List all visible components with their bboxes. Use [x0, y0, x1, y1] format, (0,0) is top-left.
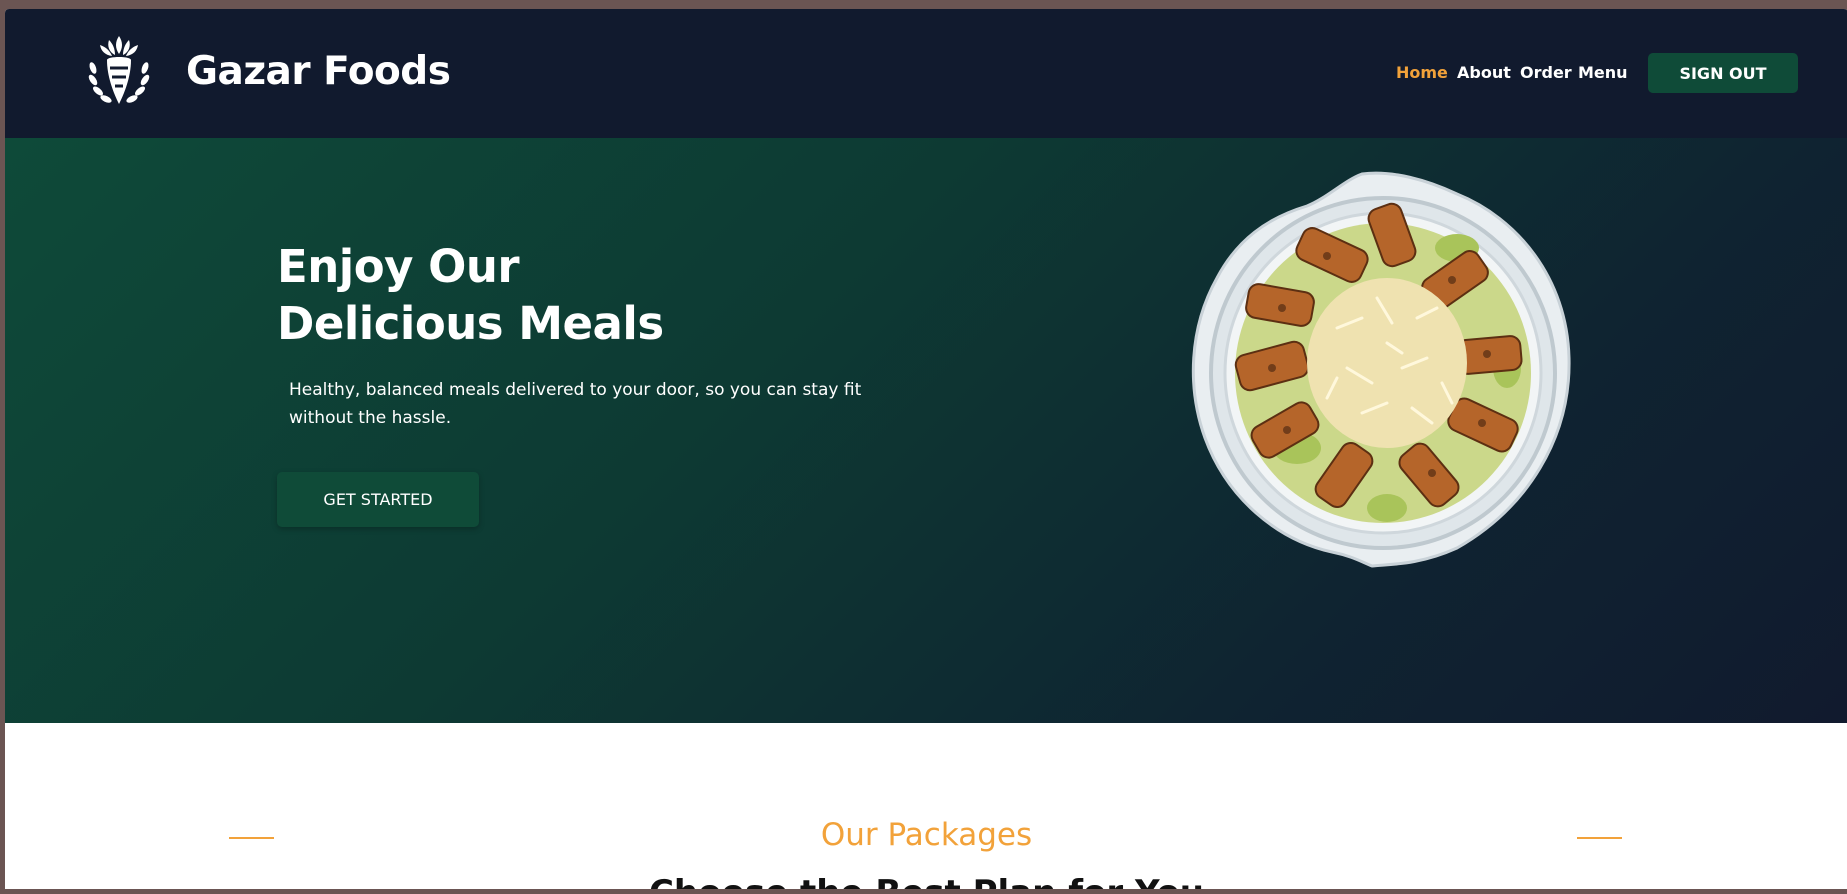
brand-name[interactable]: Gazar Foods	[186, 49, 451, 94]
nav-link-menu[interactable]: Menu	[1578, 63, 1628, 82]
hero-section: Enjoy Our Delicious Meals Healthy, balan…	[5, 138, 1847, 723]
sign-out-button[interactable]: SIGN OUT	[1648, 53, 1798, 93]
get-started-button[interactable]: GET STARTED	[277, 472, 479, 527]
hero-description: Healthy, balanced meals delivered to you…	[289, 380, 862, 428]
hero-title-line2: Delicious Meals	[277, 297, 664, 350]
hero-title-line1: Enjoy Our	[277, 240, 520, 293]
salad-bowl-image	[1191, 171, 1571, 568]
packages-section: Our Packages Choose the Best Plan for Yo…	[5, 723, 1847, 889]
packages-subtitle: Choose the Best Plan for You	[5, 873, 1847, 889]
navbar: Gazar Foods Home About Order Menu SIGN O…	[5, 9, 1847, 138]
packages-title: Our Packages	[820, 817, 1033, 853]
nav-link-home[interactable]: Home	[1396, 63, 1448, 82]
nav-link-order[interactable]: Order	[1520, 63, 1572, 82]
title-divider-right	[1577, 837, 1622, 839]
browser-viewport: Gazar Foods Home About Order Menu SIGN O…	[5, 9, 1847, 889]
carrot-logo-icon[interactable]	[85, 34, 153, 110]
hero-title: Enjoy Our Delicious Meals	[277, 238, 664, 352]
nav-link-about[interactable]: About	[1457, 63, 1511, 82]
